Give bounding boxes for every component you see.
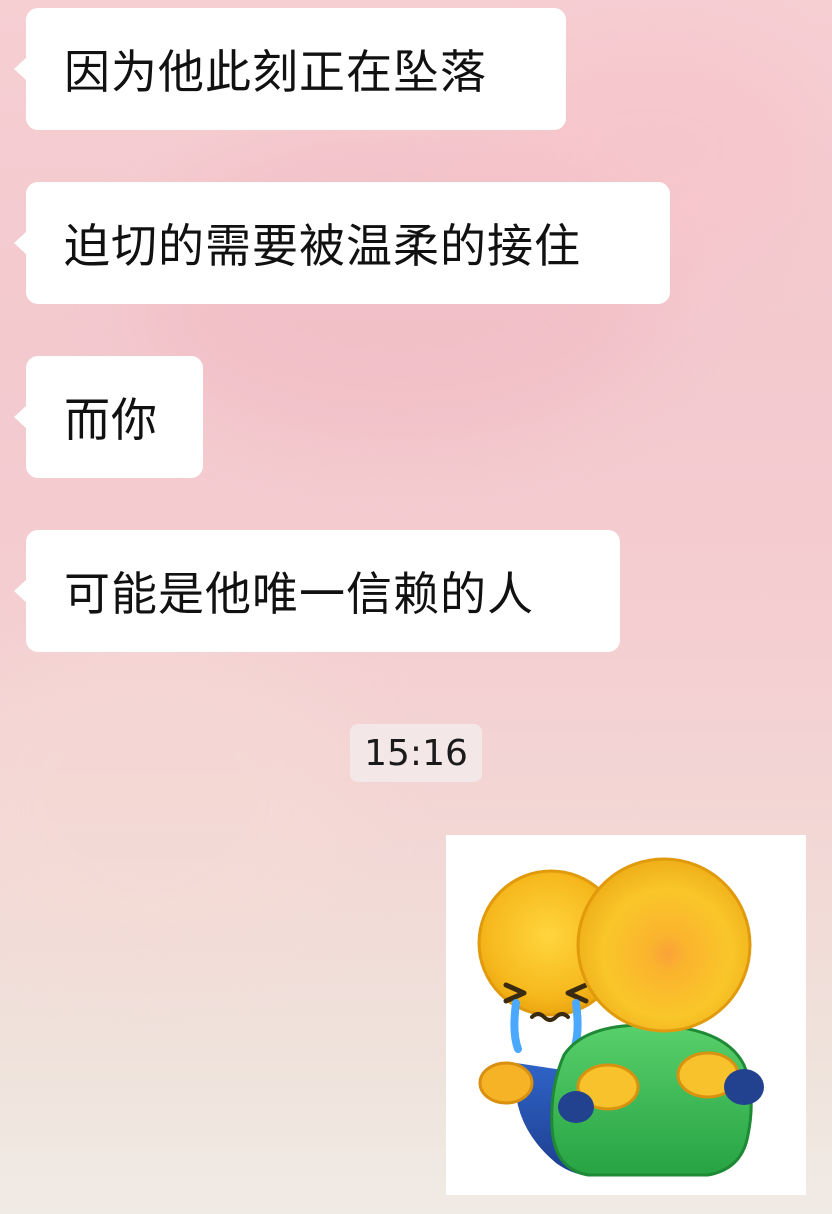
background-glow <box>0 620 360 980</box>
hug-emoji-icon <box>477 857 764 1177</box>
message-text: 而你 <box>64 393 158 447</box>
message-text: 因为他此刻正在坠落 <box>64 45 487 99</box>
timestamp-text: 15:16 <box>364 732 468 774</box>
chat-message-bubble[interactable]: 迫切的需要被温柔的接住 <box>14 182 670 304</box>
message-text: 可能是他唯一信赖的人 <box>64 567 534 621</box>
chat-message-bubble[interactable]: 可能是他唯一信赖的人 <box>14 530 620 652</box>
message-timestamp: 15:16 <box>350 724 482 782</box>
chat-message-bubble[interactable]: 而你 <box>14 356 203 478</box>
message-text: 迫切的需要被温柔的接住 <box>64 219 581 273</box>
chat-message-bubble[interactable]: 因为他此刻正在坠落 <box>14 8 566 130</box>
sticker-message[interactable] <box>446 835 806 1195</box>
